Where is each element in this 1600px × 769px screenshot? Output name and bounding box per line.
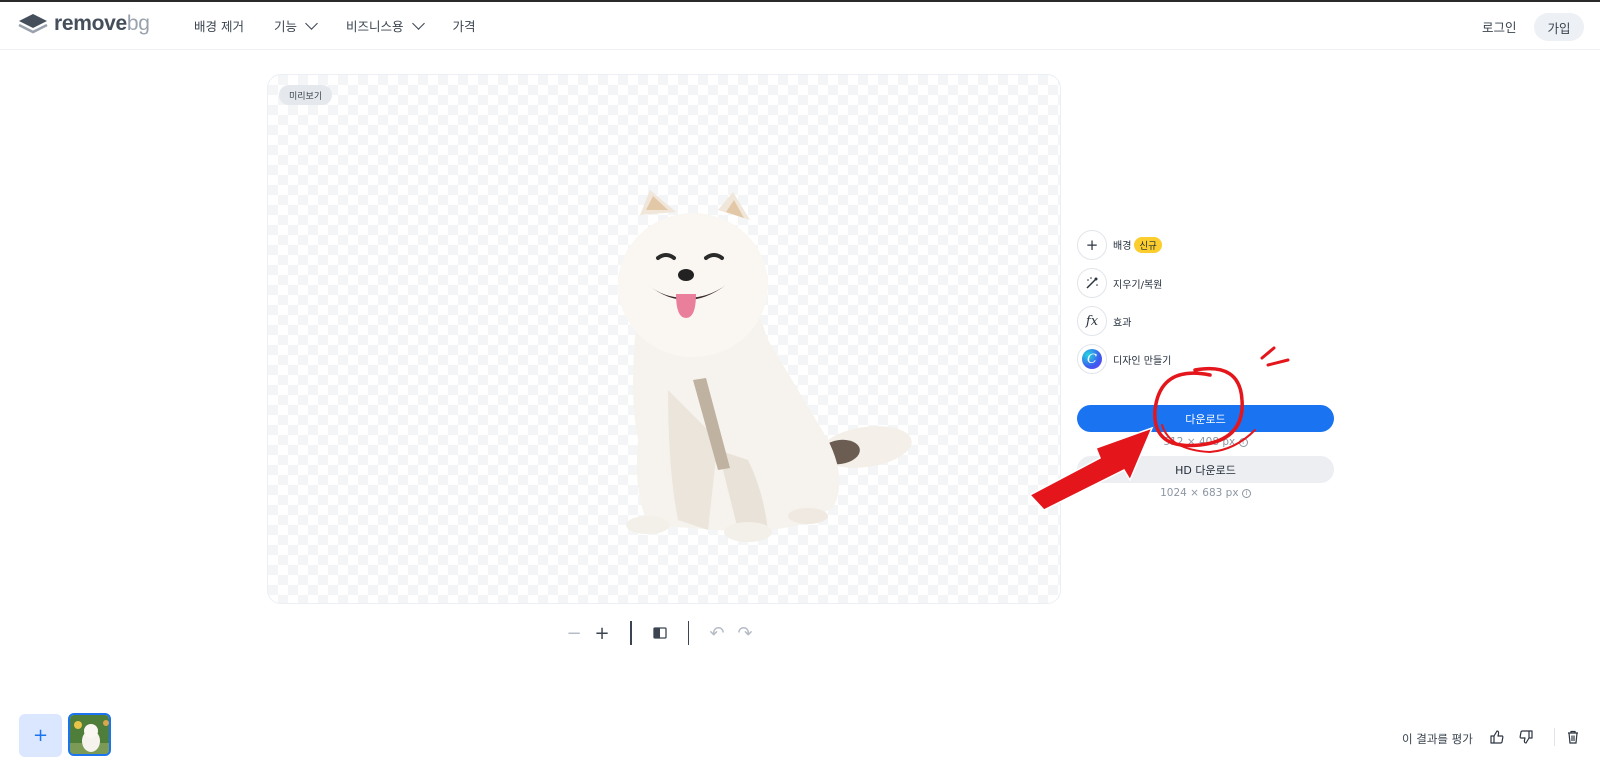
- zoom-out-icon[interactable]: −: [560, 620, 588, 646]
- rate-result-label: 이 결과를 평가: [1402, 732, 1473, 746]
- edit-tools-panel: + 배경 신규 지우기/복원 fx 효과 C 디자인 만들기: [1077, 230, 1171, 382]
- tool-erase-restore[interactable]: 지우기/복원: [1077, 268, 1171, 298]
- tool-label: 효과: [1113, 317, 1132, 329]
- nav-item-label: 배경 제거: [194, 19, 244, 34]
- logo-text: removebg: [54, 12, 150, 35]
- brush-icon: [1077, 268, 1107, 298]
- signup-button[interactable]: 가입: [1534, 13, 1584, 41]
- nav-item-label: 비즈니스용: [346, 19, 404, 34]
- toolbar-divider: [687, 621, 689, 645]
- tool-background[interactable]: + 배경 신규: [1077, 230, 1171, 260]
- fx-icon: fx: [1077, 306, 1107, 336]
- tool-label: 지우기/복원: [1113, 279, 1163, 291]
- tool-design[interactable]: C 디자인 만들기: [1077, 344, 1171, 374]
- nav-item-label: 가격: [452, 19, 476, 34]
- compare-icon[interactable]: [646, 620, 674, 646]
- download-button[interactable]: 다운로드: [1077, 405, 1334, 432]
- preview-badge: 미리보기: [279, 85, 333, 105]
- footer-divider: [1554, 728, 1555, 746]
- zoom-in-icon[interactable]: +: [588, 620, 616, 646]
- hd-download-button[interactable]: HD 다운로드: [1077, 456, 1334, 483]
- login-link[interactable]: 로그인: [1482, 17, 1517, 36]
- thumbnail-image: [70, 715, 109, 754]
- nav-item-remove-bg[interactable]: 배경 제거: [194, 16, 244, 35]
- download-size: 512 × 408 px i: [1077, 436, 1334, 448]
- info-icon[interactable]: i: [1238, 437, 1248, 447]
- thumbs-up-icon[interactable]: [1488, 728, 1506, 746]
- chevron-down-icon: [305, 16, 318, 30]
- toolbar-divider: [630, 621, 632, 645]
- canva-icon: C: [1077, 344, 1107, 374]
- nav-item-pricing[interactable]: 가격: [453, 16, 476, 35]
- nav-item-features[interactable]: 기능: [273, 16, 318, 35]
- info-icon[interactable]: i: [1241, 488, 1251, 498]
- new-badge: 신규: [1134, 237, 1162, 253]
- preview-canvas: 미리보기: [267, 74, 1061, 604]
- tool-label: 디자인 만들기: [1113, 355, 1172, 367]
- nav-item-label: 기능: [273, 19, 297, 34]
- site-header: removebg 배경 제거 기능 비즈니스용 가격 로그인 가입: [0, 2, 1600, 50]
- thumbs-down-icon[interactable]: [1517, 728, 1535, 746]
- main-nav: 배경 제거 기능 비즈니스용 가격: [194, 16, 506, 35]
- plus-icon: +: [1077, 230, 1107, 260]
- dog-cutout-image: [618, 190, 912, 542]
- add-image-button[interactable]: +: [19, 714, 62, 757]
- image-thumbnail[interactable]: [68, 713, 111, 756]
- canvas-toolbar: − + ↶ ↷: [560, 620, 759, 646]
- tool-effects[interactable]: fx 효과: [1077, 306, 1171, 336]
- chevron-down-icon: [411, 16, 425, 30]
- trash-icon[interactable]: [1564, 728, 1582, 746]
- nav-item-business[interactable]: 비즈니스용: [346, 16, 425, 35]
- logo-layers-icon: [18, 14, 48, 34]
- canva-logo: C: [1082, 349, 1102, 369]
- undo-icon[interactable]: ↶: [703, 620, 731, 646]
- tool-label: 배경 신규: [1113, 237, 1162, 253]
- hd-download-size: 1024 × 683 px i: [1077, 487, 1334, 499]
- logo[interactable]: removebg: [18, 12, 150, 36]
- redo-icon[interactable]: ↷: [731, 620, 759, 646]
